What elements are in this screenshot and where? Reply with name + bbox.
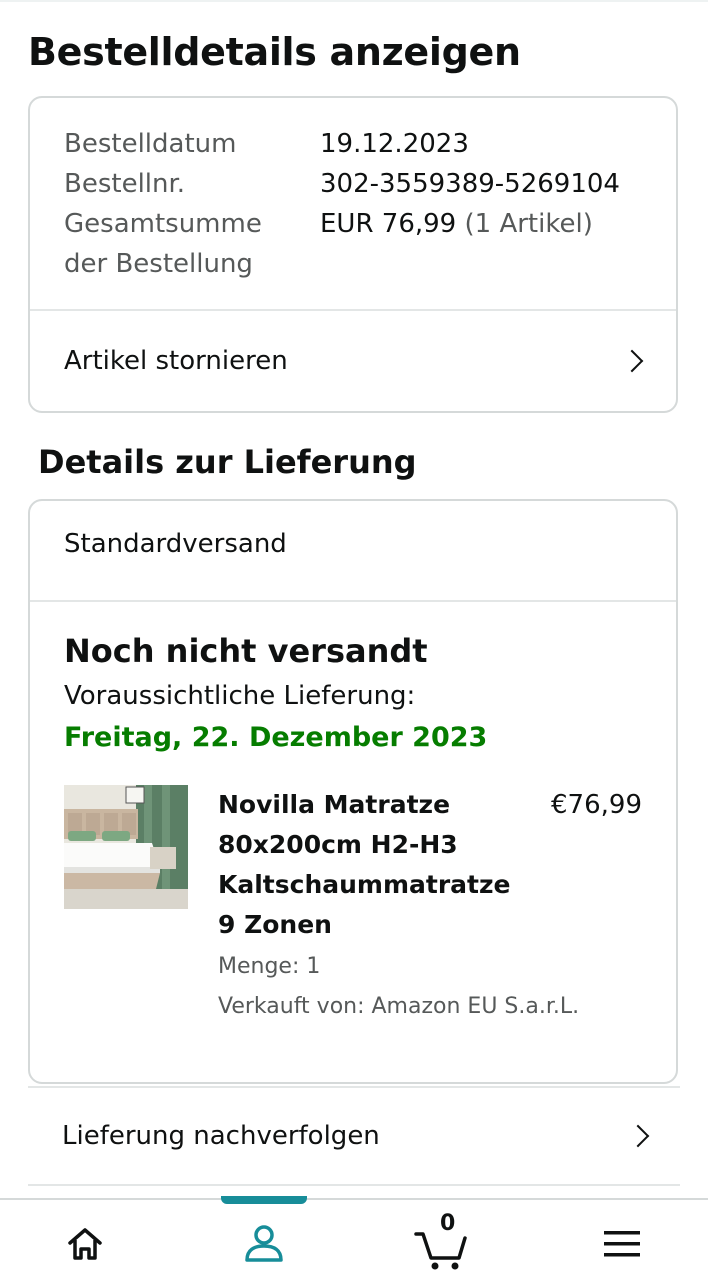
track-delivery-button[interactable]: Lieferung nachverfolgen <box>28 1086 680 1186</box>
shipping-method: Standardversand <box>64 529 287 559</box>
nav-cart-button[interactable]: 0 <box>411 1211 475 1274</box>
order-date-label: Bestelldatum <box>64 129 237 159</box>
order-total-value: EUR 76,99 (1 Artikel) <box>320 204 660 284</box>
eta-date: Freitag, 22. Dezember 2023 <box>64 722 488 753</box>
home-icon <box>68 1228 102 1260</box>
order-total-label: Gesamtsumme der Bestellung <box>64 209 262 279</box>
product-image[interactable] <box>64 785 188 909</box>
nav-menu-button[interactable] <box>592 1214 652 1274</box>
eta-label: Voraussichtliche Lieferung: <box>64 681 416 711</box>
product-seller: Verkauft von: Amazon EU S.a.r.L. <box>218 994 580 1019</box>
track-delivery-label: Lieferung nachverfolgen <box>62 1121 380 1151</box>
page-title: Bestelldetails anzeigen <box>28 30 521 74</box>
cancel-items-label: Artikel stornieren <box>64 346 288 376</box>
order-date-value: 19.12.2023 <box>320 129 469 159</box>
account-icon <box>245 1225 283 1262</box>
order-meta: Bestelldatum 19.12.2023 Bestellnr. 302-3… <box>64 124 660 284</box>
chevron-right-icon <box>626 1124 650 1148</box>
top-divider <box>0 0 708 2</box>
menu-icon <box>604 1231 640 1257</box>
nav-home-button[interactable] <box>55 1214 115 1274</box>
delivery-section-title: Details zur Lieferung <box>38 443 417 481</box>
delivery-card: Standardversand Noch nicht versandt Vora… <box>28 499 678 1084</box>
nav-account-button[interactable] <box>234 1214 294 1274</box>
product-title-link[interactable]: Novilla Matratze 80x200cm H2-H3 Kaltscha… <box>218 785 518 945</box>
order-number-value: 302-3559389-5269104 <box>320 169 620 199</box>
mattress-photo-illustration <box>64 785 188 909</box>
active-tab-indicator <box>221 1196 307 1204</box>
product-quantity: Menge: 1 <box>218 954 321 979</box>
chevron-right-icon <box>620 349 644 373</box>
cart-count-badge: 0 <box>440 1211 456 1236</box>
card-divider <box>30 600 676 602</box>
bottom-nav-bar: 0 <box>0 1196 708 1280</box>
product-price: €76,99 <box>551 790 642 820</box>
order-summary-card: Bestelldatum 19.12.2023 Bestellnr. 302-3… <box>28 96 678 413</box>
order-number-label: Bestellnr. <box>64 169 186 199</box>
order-total-amount: EUR 76,99 <box>320 209 457 239</box>
cancel-items-button[interactable]: Artikel stornieren <box>30 311 676 411</box>
shipment-status: Noch nicht versandt <box>64 632 428 670</box>
order-item-count: (1 Artikel) <box>464 209 593 239</box>
